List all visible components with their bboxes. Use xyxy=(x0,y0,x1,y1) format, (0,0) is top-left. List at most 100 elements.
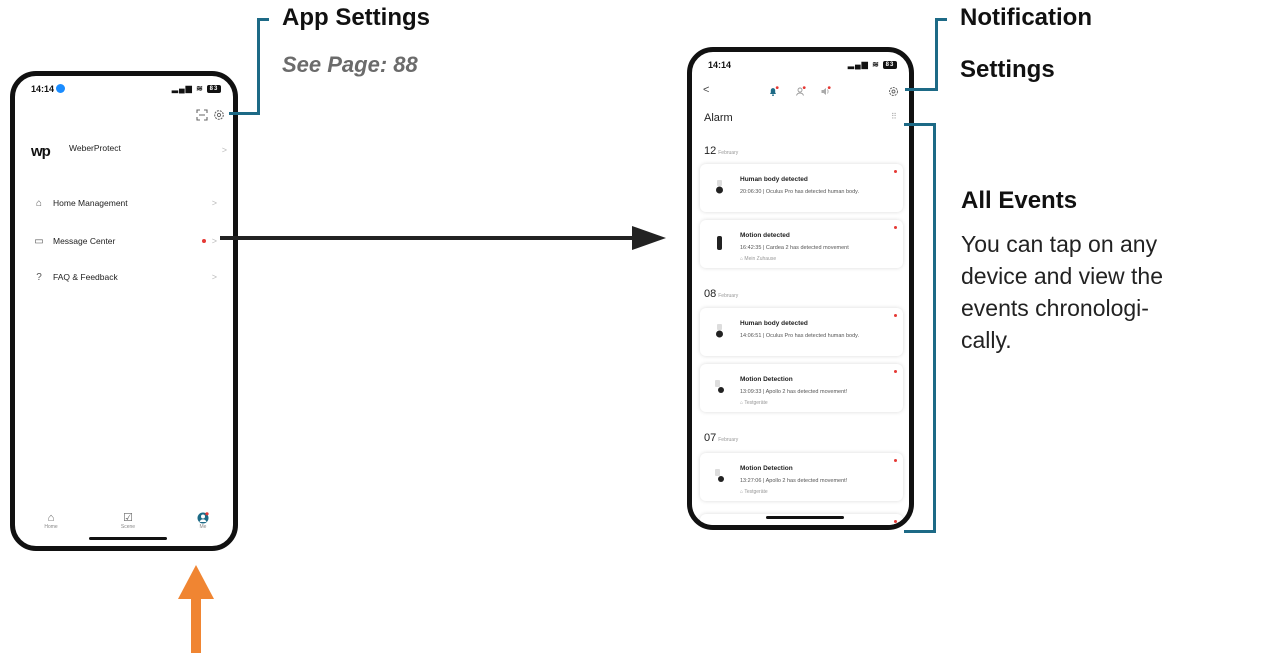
menu-label: Message Center xyxy=(53,236,116,246)
event-location-label: Testgeräte xyxy=(744,400,768,406)
menu-message-center[interactable]: ▭ Message Center > xyxy=(33,233,217,249)
event-title: Human body detected xyxy=(740,176,808,183)
tab-home[interactable]: ⌂ Home xyxy=(31,512,71,530)
tab-scene[interactable]: ☑ Scene xyxy=(108,512,148,530)
app-settings-bracket-tail xyxy=(229,112,260,115)
date-day: 08 xyxy=(704,288,717,300)
tab-label: Home xyxy=(44,524,58,530)
all-events-line: events chronologi- xyxy=(961,295,1149,321)
status-time: 14:14 xyxy=(31,84,66,94)
home-outline-icon: ⌂ xyxy=(35,198,43,209)
battery-icon: 83 xyxy=(207,84,221,93)
home-icon: ⌂ xyxy=(47,512,55,524)
camera-device-icon xyxy=(716,180,723,194)
unread-badge xyxy=(894,520,897,523)
unread-badge xyxy=(201,239,206,243)
unread-badge xyxy=(894,370,897,373)
event-card[interactable]: Motion Detection 13:09:33 | Apollo 2 has… xyxy=(700,364,903,412)
wifi-icon: ≋ xyxy=(872,60,880,69)
date-day: 12 xyxy=(704,145,717,157)
page-title: Alarm xyxy=(704,112,733,124)
navigation-arrow xyxy=(220,226,666,250)
event-description: 20:06:30 | Oculus Pro has detected human… xyxy=(740,189,860,195)
date-day: 07 xyxy=(704,432,717,444)
unread-badge xyxy=(894,170,897,173)
status-icons: ▂▄▆ ≋ 83 xyxy=(172,84,221,93)
status-bar: 14:14 ▂▄▆ ≋ 83 xyxy=(15,76,233,96)
event-description: 16:42:35 | Cardea 2 has detected movemen… xyxy=(740,245,849,251)
event-card[interactable]: Motion detected 16:42:35 | Cardea 2 has … xyxy=(700,220,903,268)
event-description: 13:09:33 | Apollo 2 has detected movemen… xyxy=(740,389,848,395)
speaker-icon[interactable] xyxy=(820,86,831,97)
tab-label: Me xyxy=(199,524,207,530)
status-bar: 14:14 ▂▄▆ ≋ 83 xyxy=(692,52,909,72)
unread-badge xyxy=(894,459,897,462)
menu-label: Home Management xyxy=(53,198,128,208)
event-description: 14:06:51 | Oculus Pro has detected human… xyxy=(740,333,860,339)
event-location: ⌂ Testgeräte xyxy=(740,400,768,406)
event-card[interactable]: Human body detected 14:06:51 | Oculus Pr… xyxy=(700,308,903,356)
notification-settings-line1: Notification xyxy=(960,4,1092,31)
event-title: Motion Detection xyxy=(740,465,793,472)
notification-settings-line2: Settings xyxy=(960,56,1055,83)
date-month: February xyxy=(718,150,739,156)
event-location: ⌂ Mein Zuhause xyxy=(740,256,776,262)
phone-me-screen: 14:14 ▂▄▆ ≋ 83 wp WeberProtect > ⌂ Home M… xyxy=(10,71,238,551)
chevron-right-icon: > xyxy=(201,233,217,249)
unread-badge xyxy=(894,226,897,229)
app-settings-label: App Settings xyxy=(282,4,430,31)
status-time: 14:14 xyxy=(708,60,732,70)
status-icons: ▂▄▆ ≋ 83 xyxy=(848,60,897,69)
scan-icon[interactable] xyxy=(196,109,208,121)
notification-settings-bracket-tail xyxy=(905,88,938,91)
app-settings-bracket xyxy=(257,18,269,115)
tab-label: Scene xyxy=(120,524,136,530)
menu-faq-feedback[interactable]: ? FAQ & Feedback > xyxy=(33,269,217,285)
chevron-right-icon: > xyxy=(211,272,217,282)
chevron-right-icon: > xyxy=(211,198,217,208)
all-events-line: You can tap on any xyxy=(961,231,1158,257)
unread-badge xyxy=(894,314,897,317)
person-alert-icon[interactable] xyxy=(795,86,806,97)
doorbell-device-icon xyxy=(717,236,722,250)
back-icon[interactable]: < xyxy=(703,84,709,96)
date-header: 12 February xyxy=(704,145,738,157)
all-events-line: cally. xyxy=(961,327,1012,353)
location-icon xyxy=(56,84,66,93)
account-row[interactable]: wp WeberProtect > xyxy=(31,141,227,161)
battery-icon: 83 xyxy=(883,60,897,69)
date-header: 07 February xyxy=(704,432,738,444)
app-settings-page-ref: See Page: 88 xyxy=(282,52,418,77)
date-header: 08 February xyxy=(704,288,738,300)
event-title: Motion Detection xyxy=(740,376,793,383)
event-card[interactable]: Human body detected 20:06:30 | Oculus Pr… xyxy=(700,164,903,212)
event-title: Motion detected xyxy=(740,232,790,239)
camera-device-icon xyxy=(715,380,724,393)
date-month: February xyxy=(718,293,739,299)
event-title: Human body detected xyxy=(740,320,808,327)
home-indicator xyxy=(89,537,167,540)
notification-settings-bracket xyxy=(935,18,947,91)
message-icon: ▭ xyxy=(34,236,44,247)
event-card[interactable]: Motion Detection 13:27:06 | Apollo 2 has… xyxy=(700,453,903,501)
all-events-label: All Events xyxy=(961,187,1078,214)
grid-filter-icon[interactable]: ⠿ xyxy=(891,112,897,121)
notification-settings-gear-icon[interactable] xyxy=(888,86,899,97)
notification-settings-label: Notification Settings xyxy=(960,3,1092,85)
app-settings-gear-icon[interactable] xyxy=(213,109,225,121)
all-events-bracket xyxy=(904,123,936,533)
me-profile-icon xyxy=(197,512,209,524)
bell-icon[interactable] xyxy=(768,86,779,97)
brand-name: WeberProtect xyxy=(69,143,121,153)
tab-me[interactable]: Me xyxy=(183,512,223,530)
menu-home-management[interactable]: ⌂ Home Management > xyxy=(33,195,217,211)
event-location: ⌂ Testgeräte xyxy=(740,489,768,495)
phone-alarm-screen: 14:14 ▂▄▆ ≋ 83 < Alarm ⠿ 12 February Huma… xyxy=(687,47,914,530)
camera-device-icon xyxy=(716,324,723,338)
scene-check-icon: ☑ xyxy=(123,512,133,524)
signal-icon: ▂▄▆ xyxy=(171,84,193,93)
brand-logo: wp xyxy=(31,143,51,160)
date-month: February xyxy=(718,437,739,443)
wifi-icon: ≋ xyxy=(196,84,204,93)
all-events-line: device and view the xyxy=(961,263,1164,289)
